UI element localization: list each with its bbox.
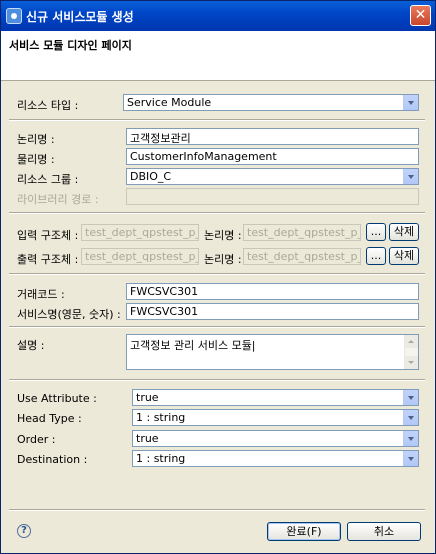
order-select[interactable]: true [132, 430, 419, 447]
input-logical-field: test_dept_qpstest_p_s2In [243, 224, 361, 241]
resource-group-select[interactable]: DBIO_C [126, 168, 419, 185]
scroll-down-icon[interactable] [405, 356, 418, 369]
output-logical-label: 논리명 : [204, 253, 242, 266]
output-logical-field: test_dept_qpstest_p_s20 [243, 248, 361, 265]
separator [9, 326, 425, 328]
description-text: 고객정보 관리 서비스 모듈| [130, 339, 256, 352]
use-attribute-select[interactable]: true [132, 389, 419, 406]
destination-select[interactable]: 1 : string [132, 450, 419, 467]
resource-type-value: Service Module [127, 96, 212, 109]
order-value: true [136, 432, 159, 445]
input-struct-field: test_dept_qpstest_p_s2In [81, 224, 199, 241]
head-type-value: 1 : string [136, 411, 186, 424]
destination-value: 1 : string [136, 452, 186, 465]
separator [9, 379, 425, 381]
use-attribute-value: true [136, 391, 159, 404]
description-scrollbar[interactable] [404, 335, 418, 369]
close-button[interactable]: ✕ [410, 5, 431, 26]
separator [9, 273, 425, 275]
help-icon[interactable]: ? [17, 524, 31, 538]
chevron-down-icon[interactable] [403, 95, 418, 110]
physical-name-label: 물리명 : [17, 153, 55, 166]
tx-code-label: 거래코드 : [17, 288, 65, 301]
library-path-input [126, 188, 419, 205]
logical-name-input[interactable]: 고객정보관리 [126, 128, 419, 145]
separator [9, 119, 425, 121]
app-icon [6, 8, 22, 24]
header-panel: 서비스 모듈 디자인 페이지 [1, 31, 435, 81]
library-path-label: 라이브러리 경로 : [17, 193, 99, 206]
chevron-down-icon[interactable] [403, 390, 418, 405]
output-delete-button[interactable]: 삭제 [389, 247, 419, 265]
chevron-down-icon[interactable] [403, 169, 418, 184]
tx-code-input[interactable]: FWCSVC301 [126, 283, 419, 300]
chevron-down-icon[interactable] [403, 410, 418, 425]
input-struct-label: 입력 구조체 : [17, 229, 79, 242]
description-textarea[interactable]: 고객정보 관리 서비스 모듈| [126, 334, 419, 370]
order-label: Order : [17, 433, 56, 446]
physical-name-input[interactable]: CustomerInfoManagement [126, 148, 419, 165]
window-title: 신규 서비스모듈 생성 [26, 10, 134, 24]
resource-type-select[interactable]: Service Module [123, 94, 419, 111]
service-name-label: 서비스명(영문, 숫자) : [17, 308, 121, 321]
dialog-window: 신규 서비스모듈 생성 ✕ 서비스 모듈 디자인 페이지 리소스 타입 : Se… [0, 0, 436, 554]
resource-group-value: DBIO_C [130, 170, 172, 183]
description-label: 설명 : [17, 339, 45, 352]
service-name-input[interactable]: FWCSVC301 [126, 303, 419, 320]
separator [9, 509, 425, 511]
logical-name-label: 논리명 : [17, 133, 55, 146]
cancel-button[interactable]: 취소 [347, 522, 421, 541]
input-delete-button[interactable]: 삭제 [389, 223, 419, 241]
head-type-select[interactable]: 1 : string [132, 409, 419, 426]
destination-label: Destination : [17, 453, 88, 466]
scroll-up-icon[interactable] [405, 335, 418, 348]
finish-button[interactable]: 완료(F) [267, 522, 341, 541]
output-browse-button[interactable]: ... [366, 247, 386, 265]
input-logical-label: 논리명 : [204, 229, 242, 242]
input-browse-button[interactable]: ... [366, 223, 386, 241]
use-attribute-label: Use Attribute : [17, 392, 97, 405]
chevron-down-icon[interactable] [403, 451, 418, 466]
page-title: 서비스 모듈 디자인 페이지 [9, 39, 132, 52]
separator [9, 212, 425, 214]
output-struct-label: 출력 구조체 : [17, 253, 79, 266]
output-struct-field: test_dept_qpstest_p_s20 [81, 248, 199, 265]
chevron-down-icon[interactable] [403, 431, 418, 446]
resource-group-label: 리소스 그룹 : [17, 173, 79, 186]
title-bar[interactable]: 신규 서비스모듈 생성 ✕ [1, 1, 435, 31]
resource-type-label: 리소스 타입 : [17, 99, 79, 112]
head-type-label: Head Type : [17, 412, 82, 425]
